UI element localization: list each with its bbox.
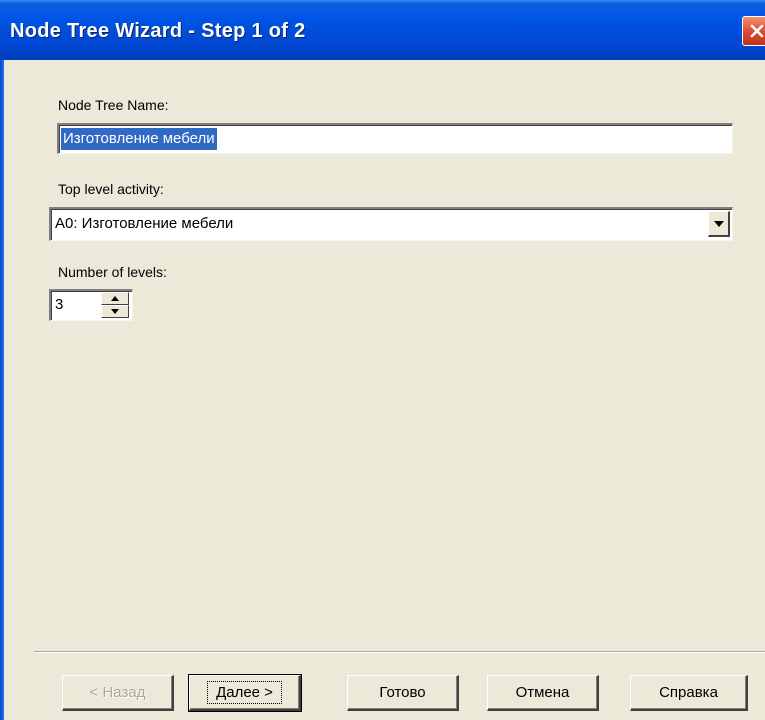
- node-tree-name-label: Node Tree Name:: [58, 97, 169, 113]
- number-of-levels-stepper[interactable]: 3: [49, 289, 133, 321]
- node-tree-name-value: Изготовление мебели: [61, 128, 217, 150]
- next-button-label: Далее >: [207, 681, 282, 704]
- number-of-levels-label: Number of levels:: [58, 264, 167, 280]
- top-level-activity-select[interactable]: A0: Изготовление мебели: [49, 207, 733, 241]
- stepper-up-button[interactable]: [101, 292, 129, 305]
- top-level-activity-value: A0: Изготовление мебели: [55, 215, 234, 232]
- up-arrow-icon: [111, 296, 119, 301]
- back-button-label: < Назад: [89, 684, 146, 701]
- top-level-activity-label: Top level activity:: [58, 181, 164, 197]
- node-tree-name-input[interactable]: Изготовление мебели: [57, 123, 733, 154]
- number-of-levels-value: 3: [55, 296, 64, 313]
- help-button[interactable]: Справка: [630, 675, 748, 711]
- close-x-icon: [750, 24, 764, 38]
- stepper-arrows: [101, 292, 129, 318]
- help-button-label: Справка: [659, 684, 718, 701]
- next-button[interactable]: Далее >: [188, 674, 302, 712]
- window-title: Node Tree Wizard - Step 1 of 2: [10, 20, 306, 42]
- back-button[interactable]: < Назад: [62, 675, 174, 711]
- close-button[interactable]: [742, 16, 765, 46]
- title-bar[interactable]: Node Tree Wizard - Step 1 of 2: [0, 0, 765, 60]
- stepper-down-button[interactable]: [101, 305, 129, 318]
- window-frame-left: [0, 60, 4, 720]
- cancel-button[interactable]: Отмена: [487, 675, 599, 711]
- finish-button[interactable]: Готово: [347, 675, 459, 711]
- chevron-down-icon: [713, 220, 724, 227]
- button-separator: [34, 651, 765, 653]
- dropdown-button[interactable]: [708, 211, 730, 237]
- cancel-button-label: Отмена: [515, 684, 570, 701]
- down-arrow-icon: [111, 309, 119, 314]
- finish-button-label: Готово: [379, 684, 426, 701]
